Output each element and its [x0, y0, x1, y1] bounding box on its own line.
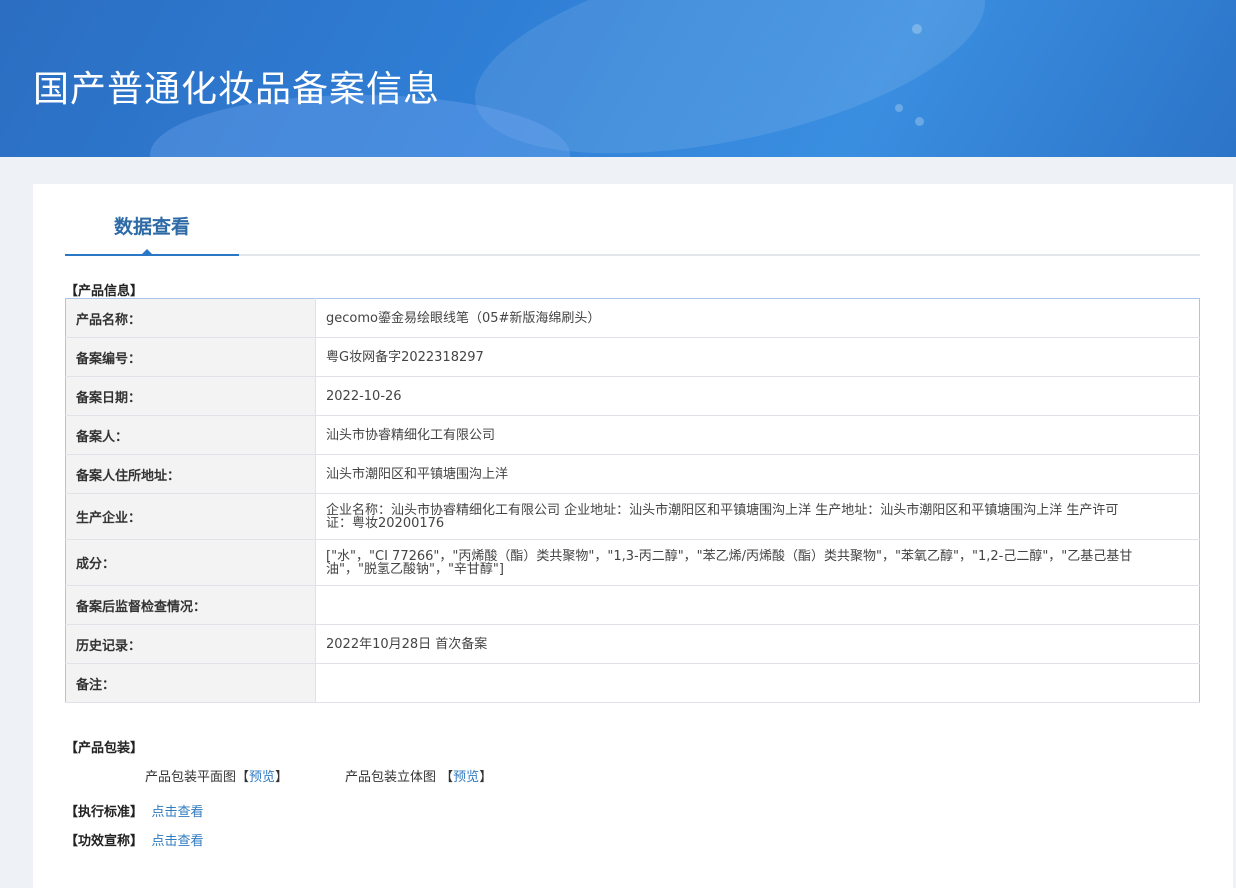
standard-title-text: 【执行标准】: [65, 805, 144, 820]
row-label: 历史记录：: [65, 624, 316, 664]
table-row: 备案后监督检查情况：: [65, 585, 1200, 625]
header-banner: 国产普通化妆品备案信息: [0, 0, 1236, 157]
product-info-title: 【产品信息】: [65, 284, 144, 299]
row-value: [315, 585, 1200, 625]
packaging-stereo-label: 产品包装立体图: [345, 770, 437, 785]
tab-bar: 数据查看: [65, 184, 1200, 256]
row-value: gecomo鎏金易绘眼线笔（05#新版海绵刷头）: [315, 298, 1200, 338]
content-card: 数据查看 【产品信息】 产品名称： gecomo鎏金易绘眼线笔（05#新版海绵刷…: [33, 184, 1233, 888]
table-row: 生产企业： 企业名称：汕头市协睿精细化工有限公司 企业地址：汕头市潮阳区和平镇塘…: [65, 493, 1200, 540]
table-row: 备案编号： 粤G妆网备字2022318297: [65, 337, 1200, 377]
packaging-flat-label: 产品包装平面图: [145, 770, 237, 785]
row-label: 生产企业：: [65, 493, 316, 540]
row-value: ["水"，"CI 77266"，"丙烯酸（酯）类共聚物"，"1,3-丙二醇"，"…: [315, 539, 1200, 586]
row-label: 备案人：: [65, 415, 316, 455]
bracket: 】: [479, 770, 493, 785]
row-value: 企业名称：汕头市协睿精细化工有限公司 企业地址：汕头市潮阳区和平镇塘围沟上洋 生…: [315, 493, 1200, 540]
bracket: 】: [275, 770, 289, 785]
row-value: 2022年10月28日 首次备案: [315, 624, 1200, 664]
active-tab-indicator: [140, 249, 154, 256]
row-value: 汕头市潮阳区和平镇塘围沟上洋: [315, 454, 1200, 494]
row-label: 备案日期：: [65, 376, 316, 416]
product-info-table: 产品名称： gecomo鎏金易绘眼线笔（05#新版海绵刷头） 备案编号： 粤G妆…: [65, 298, 1200, 703]
row-value: [315, 663, 1200, 703]
banner-decoration: [915, 117, 924, 126]
preview-flat-link[interactable]: 预览: [249, 770, 275, 785]
table-row: 备案日期： 2022-10-26: [65, 376, 1200, 416]
tab-label: 数据查看: [113, 216, 190, 238]
row-value: 粤G妆网备字2022318297: [315, 337, 1200, 377]
bracket: 【: [440, 770, 454, 785]
table-row: 备案人住所地址： 汕头市潮阳区和平镇塘围沟上洋: [65, 454, 1200, 494]
row-label: 成分：: [65, 539, 316, 586]
bracket: 【: [236, 770, 250, 785]
efficacy-title-text: 【功效宣称】: [65, 834, 144, 849]
banner-decoration: [912, 24, 922, 34]
row-label: 备案后监督检查情况：: [65, 585, 316, 625]
standard-view-link[interactable]: 点击查看: [152, 805, 204, 820]
row-value: 汕头市协睿精细化工有限公司: [315, 415, 1200, 455]
table-row: 产品名称： gecomo鎏金易绘眼线笔（05#新版海绵刷头）: [65, 298, 1200, 338]
table-row: 历史记录： 2022年10月28日 首次备案: [65, 624, 1200, 664]
row-label: 备案编号：: [65, 337, 316, 377]
preview-stereo-link[interactable]: 预览: [453, 770, 479, 785]
tab-data-view[interactable]: 数据查看: [65, 184, 239, 256]
table-row: 成分： ["水"，"CI 77266"，"丙烯酸（酯）类共聚物"，"1,3-丙二…: [65, 539, 1200, 586]
row-value: 2022-10-26: [315, 376, 1200, 416]
row-label: 产品名称：: [65, 298, 316, 338]
row-label: 备案人住所地址：: [65, 454, 316, 494]
row-label: 备注：: [65, 663, 316, 703]
standard-title: 【执行标准】 点击查看: [65, 801, 204, 820]
efficacy-view-link[interactable]: 点击查看: [152, 834, 204, 849]
packaging-flat-item: 产品包装平面图【预览】: [145, 766, 288, 785]
table-row: 备案人： 汕头市协睿精细化工有限公司: [65, 415, 1200, 455]
packaging-title: 【产品包装】: [65, 741, 144, 756]
banner-decoration: [895, 104, 903, 112]
efficacy-title: 【功效宣称】 点击查看: [65, 830, 204, 849]
page-title: 国产普通化妆品备案信息: [33, 69, 441, 110]
table-row: 备注：: [65, 663, 1200, 703]
packaging-stereo-item: 产品包装立体图 【预览】: [345, 766, 492, 785]
